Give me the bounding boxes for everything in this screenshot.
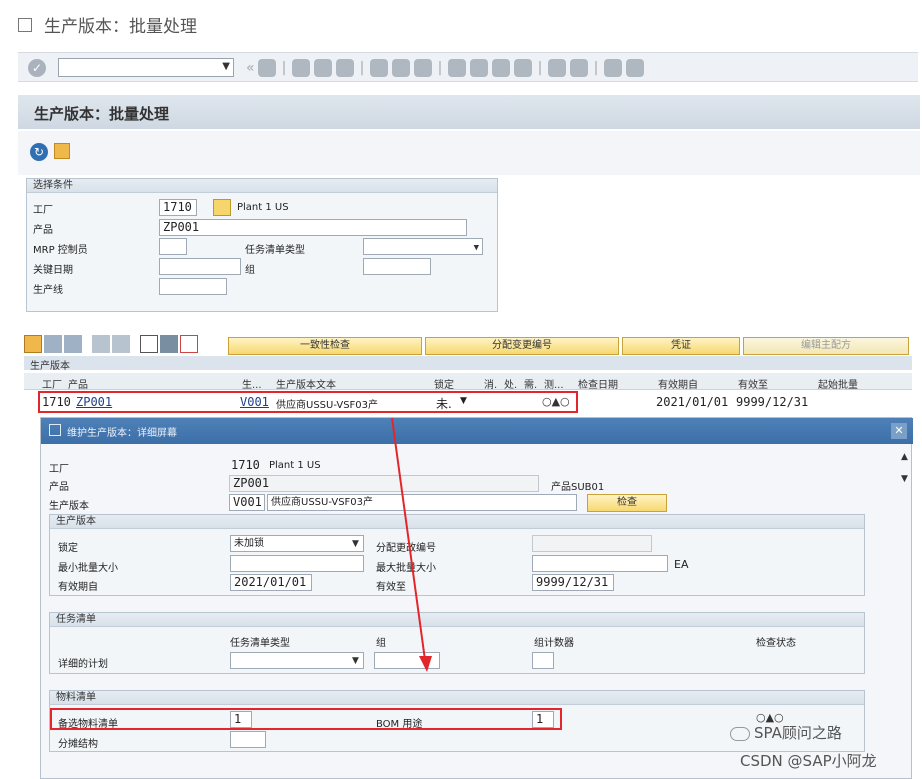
- arrow-line: [391, 417, 426, 661]
- wechat-icon: [730, 726, 750, 741]
- arrow-head: [419, 656, 432, 672]
- annotation-arrow: [391, 417, 432, 672]
- watermark-line1: SPA顾问之路: [730, 722, 842, 743]
- watermark-line2: CSDN @SAP小阿龙: [740, 752, 877, 770]
